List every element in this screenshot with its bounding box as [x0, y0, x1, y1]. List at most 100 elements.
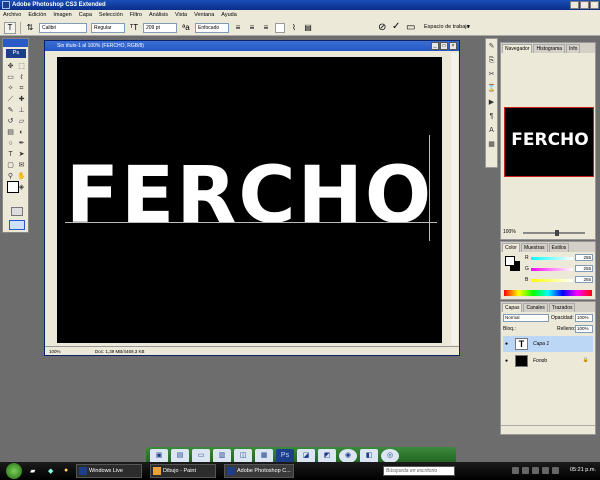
menu-filtro[interactable]: Filtro	[130, 10, 142, 20]
color-swatches[interactable]	[7, 181, 27, 201]
slider-b-value[interactable]: 255	[575, 276, 593, 283]
navigator-preview[interactable]: FERCHO	[504, 107, 594, 177]
slider-r-track[interactable]	[531, 257, 573, 260]
history-icon[interactable]: ⌛	[486, 83, 497, 94]
paragraph-icon[interactable]: ¶	[486, 111, 497, 122]
document-title-bar[interactable]: Sin título-1 al 100% (FERCHO, RGB/8) _ □…	[45, 41, 459, 51]
navigator-zoom-slider[interactable]	[523, 232, 585, 234]
maximize-button[interactable]: □	[580, 1, 589, 9]
menu-archivo[interactable]: Archivo	[3, 10, 21, 20]
pen-tool-icon[interactable]: ✒	[16, 138, 27, 149]
move-tool-icon[interactable]: ✥	[5, 61, 16, 72]
text-color-swatch[interactable]	[275, 22, 285, 33]
selection-tool-icon[interactable]: ⬚	[16, 61, 27, 72]
tool-presets-icon[interactable]: ✂	[486, 69, 497, 80]
antialias-select[interactable]: Enfocado	[195, 22, 229, 33]
zoom-level[interactable]: 100%	[49, 347, 61, 356]
brush-presets-icon[interactable]: ✎	[486, 41, 497, 52]
app-launcher-icon[interactable]: ◪	[297, 449, 315, 463]
close-button[interactable]: ×	[590, 1, 599, 9]
taskbar-button-paint[interactable]: Dibujo - Paint	[150, 464, 216, 478]
app-launcher-icon[interactable]: ◫	[234, 449, 252, 463]
menu-capa[interactable]: Capa	[79, 10, 92, 20]
layer-name[interactable]: Fondo	[533, 358, 547, 364]
actions-icon[interactable]: ▶	[486, 97, 497, 108]
blur-tool-icon[interactable]: ◐	[16, 127, 27, 138]
opacity-field[interactable]: 100%	[575, 314, 593, 322]
volume-icon[interactable]	[522, 467, 529, 474]
align-center-icon[interactable]: ≡	[247, 23, 257, 32]
document-info[interactable]: Doc: 1,39 MB/4469,3 KB	[95, 347, 145, 356]
type-tool-preset-icon[interactable]: T	[4, 21, 16, 34]
layer-comps-icon[interactable]: ▦	[486, 139, 497, 150]
font-family-select[interactable]: Calibri	[39, 22, 87, 33]
eye-icon[interactable]: ●	[505, 341, 508, 347]
tray-app-icon[interactable]	[542, 467, 549, 474]
network-icon[interactable]	[512, 467, 519, 474]
eraser-tool-icon[interactable]: ▱	[16, 116, 27, 127]
app-launcher-icon[interactable]: ▦	[255, 449, 273, 463]
foreground-color-swatch[interactable]	[7, 181, 19, 193]
slider-b-track[interactable]	[531, 279, 573, 282]
canvas-text-layer[interactable]: FERCHO	[57, 157, 442, 235]
menu-imagen[interactable]: Imagen	[53, 10, 71, 20]
doc-minimize-button[interactable]: _	[431, 42, 439, 50]
minimize-button[interactable]: _	[570, 1, 579, 9]
magic-wand-tool-icon[interactable]: ✧	[5, 83, 16, 94]
font-style-select[interactable]: Regular	[91, 22, 125, 33]
slider-g[interactable]: G 255	[525, 265, 595, 274]
shape-tool-icon[interactable]: ▢	[5, 160, 16, 171]
slider-r[interactable]: R 255	[525, 254, 595, 263]
start-button[interactable]	[6, 463, 22, 479]
history-brush-tool-icon[interactable]: ↺	[5, 116, 16, 127]
menu-analisis[interactable]: Análisis	[149, 10, 168, 20]
doc-close-button[interactable]: ×	[449, 42, 457, 50]
chevron-down-icon[interactable]: ▼	[466, 24, 471, 30]
tab-info[interactable]: Info	[566, 44, 581, 53]
tab-muestras[interactable]: Muestras	[520, 243, 548, 252]
screen-mode-button[interactable]	[9, 220, 25, 230]
path-select-tool-icon[interactable]: ➤	[16, 149, 27, 160]
healing-tool-icon[interactable]: ✚	[16, 94, 27, 105]
desktop-search-input[interactable]: Búsqueda en escritorio	[383, 466, 455, 476]
slice-tool-icon[interactable]: ⟋	[5, 94, 16, 105]
color-spectrum-bar[interactable]	[504, 290, 592, 296]
tab-histograma[interactable]: Histograma	[533, 44, 566, 53]
app-launcher-icon[interactable]: ▣	[150, 449, 168, 463]
tab-navegador[interactable]: Navegador	[502, 44, 533, 53]
layer-row-capa-1[interactable]: ● T Capa 1	[503, 336, 593, 352]
slider-g-track[interactable]	[531, 268, 573, 271]
tab-canales[interactable]: Canales	[523, 303, 548, 312]
app-launcher-icon[interactable]: ◧	[360, 449, 378, 463]
tab-trazados[interactable]: Trazados	[548, 303, 576, 312]
tab-estilos[interactable]: Estilos	[548, 243, 570, 252]
blend-mode-select[interactable]: Normal	[503, 314, 549, 322]
app-launcher-icon[interactable]: ◩	[318, 449, 336, 463]
tab-color[interactable]: Color	[502, 243, 520, 252]
workspace-menu[interactable]: Espacio de trabajo	[424, 24, 470, 30]
media-player-icon[interactable]: ◎	[381, 449, 399, 463]
menu-edicion[interactable]: Edición	[28, 10, 46, 20]
taskbar-button-hotmail[interactable]: Windows Live Hotm...	[76, 464, 142, 478]
notes-tool-icon[interactable]: ✉	[16, 160, 27, 171]
app-launcher-icon[interactable]: ▥	[213, 449, 231, 463]
app-launcher-icon[interactable]: ●	[64, 467, 68, 474]
photoshop-icon[interactable]: Ps	[276, 449, 294, 463]
taskbar-button-photoshop[interactable]: Adobe Photoshop C...	[224, 464, 294, 478]
folder-icon[interactable]: ▰	[30, 467, 35, 475]
clock[interactable]: 05:21 p.m.	[570, 467, 596, 473]
menu-ayuda[interactable]: Ayuda	[221, 10, 237, 20]
bridge-icon[interactable]: ▭	[406, 22, 415, 33]
align-left-icon[interactable]: ≡	[233, 23, 243, 32]
character-icon[interactable]: A	[486, 125, 497, 136]
text-orientation-icon[interactable]: ⇅	[25, 23, 35, 32]
lasso-tool-icon[interactable]: ℓ	[16, 72, 27, 83]
layer-name[interactable]: Capa 1	[533, 341, 549, 347]
gradient-tool-icon[interactable]: ▤	[5, 127, 16, 138]
eye-icon[interactable]: ●	[505, 358, 508, 364]
vertical-scrollbar[interactable]	[451, 53, 458, 345]
tools-panel-header[interactable]	[3, 39, 28, 47]
menu-seleccion[interactable]: Selección	[99, 10, 123, 20]
dodge-tool-icon[interactable]: ○	[5, 138, 16, 149]
clone-source-icon[interactable]: ⎘	[486, 55, 497, 66]
